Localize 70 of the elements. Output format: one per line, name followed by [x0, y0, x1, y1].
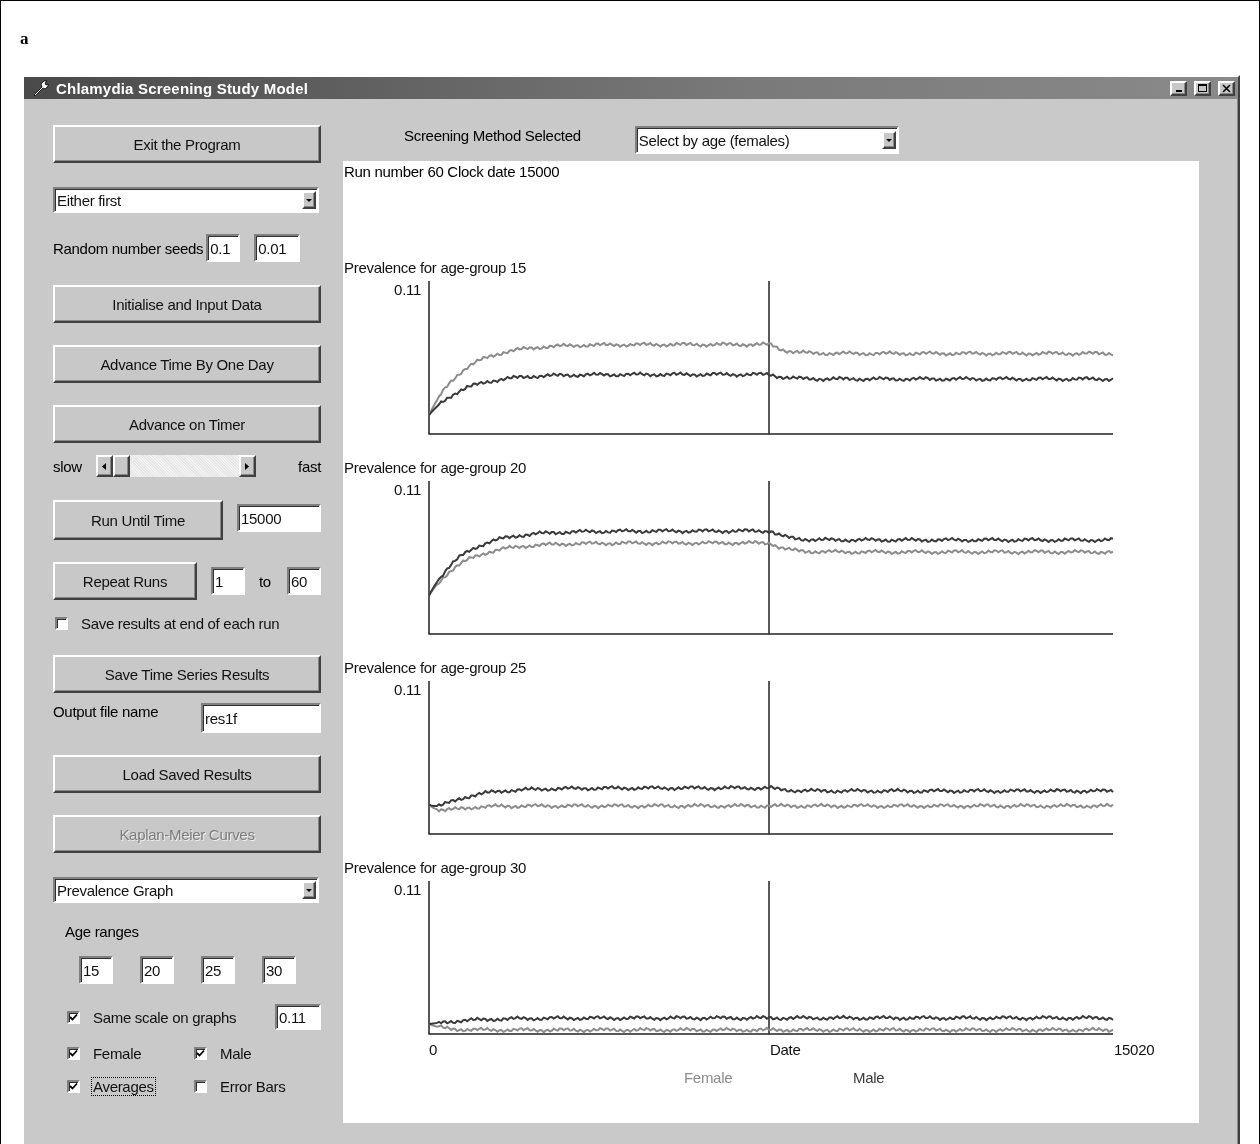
right-arrow-icon [245, 462, 250, 470]
minimize-icon [1175, 90, 1182, 92]
figure-label: a [20, 29, 30, 50]
tool-icon [32, 80, 50, 96]
axis-tick-label: 0.11 [394, 681, 421, 698]
input-field[interactable]: 25 [201, 956, 235, 984]
slider-label: slow [53, 457, 82, 475]
input-field[interactable]: 0.1 [206, 234, 241, 262]
dropdown-button[interactable] [302, 881, 316, 899]
maximize-icon [1198, 83, 1207, 93]
dropdown[interactable]: Prevalence Graph [53, 877, 319, 903]
button[interactable]: Load Saved Results [53, 755, 321, 793]
minimize-button[interactable] [1170, 80, 1187, 96]
field-label: Random number seeds [53, 239, 204, 257]
field-label: Output file name [53, 703, 159, 720]
graph-title: Prevalence for age-group 25 [344, 659, 528, 678]
input-field[interactable]: 15 [79, 956, 113, 984]
axis-tick-label: 0.11 [394, 281, 421, 298]
input-field[interactable]: res1f [201, 703, 321, 733]
checkbox[interactable] [67, 1080, 80, 1093]
axis-tick-label: 0.11 [394, 481, 421, 498]
button[interactable]: Advance Time By One Day [53, 345, 321, 383]
checkbox[interactable] [67, 1047, 80, 1060]
legend-label: Male [853, 1069, 885, 1086]
checkbox[interactable] [194, 1047, 207, 1060]
checkbox-label: Averages [91, 1077, 156, 1096]
axis-label: Date [770, 1041, 801, 1058]
button[interactable]: Repeat Runs [53, 562, 197, 600]
button[interactable]: Exit the Program [53, 125, 321, 163]
status-text: Run number 60 Clock date 15000 [344, 163, 561, 182]
input-field[interactable]: 1 [211, 567, 245, 595]
input-field[interactable]: 15000 [237, 504, 321, 532]
input-field[interactable]: 30 [262, 956, 296, 984]
input-field[interactable]: 0.01 [254, 234, 301, 262]
button[interactable]: Advance on Timer [53, 405, 321, 443]
axis-tick-label: 0 [429, 1041, 438, 1058]
checkbox-label: Same scale on graphs [92, 1007, 238, 1027]
field-label: Screening Method Selected [404, 127, 581, 144]
graph-title: Prevalence for age-group 30 [344, 859, 528, 878]
window-title: Chlamydia Screening Study Model [56, 79, 310, 97]
dropdown[interactable]: Select by age (females) [634, 126, 899, 154]
checkbox-label: Error Bars [219, 1077, 287, 1096]
dropdown-button[interactable] [881, 131, 896, 149]
graph-title: Prevalence for age-group 20 [344, 459, 528, 478]
input-field[interactable]: 20 [140, 956, 174, 984]
input-field[interactable]: 0.11 [275, 1004, 321, 1030]
checkbox[interactable] [67, 1010, 80, 1024]
axis-tick-label: 15020 [1114, 1041, 1155, 1058]
button[interactable]: Initialise and Input Data [53, 285, 321, 323]
axis-tick-label: 0.11 [394, 881, 421, 898]
field-label: to [259, 572, 271, 590]
section-label: Age ranges [65, 923, 140, 940]
dropdown-button[interactable] [302, 191, 316, 209]
graph-title: Prevalence for age-group 15 [344, 259, 528, 278]
checkbox[interactable] [55, 617, 68, 630]
checkbox-label: Female [92, 1044, 143, 1063]
checkbox[interactable] [194, 1080, 207, 1093]
scroll-left-button[interactable] [95, 455, 113, 477]
legend-label: Female [684, 1069, 733, 1086]
close-button[interactable] [1218, 80, 1235, 96]
button[interactable]: Save Time Series Results [53, 655, 321, 693]
left-arrow-icon [102, 462, 107, 470]
maximize-button[interactable] [1194, 80, 1211, 96]
slider-label: fast [298, 457, 321, 475]
checkbox-label: Save results at end of each run [80, 614, 281, 633]
dropdown[interactable]: Either first [53, 187, 319, 213]
close-icon [1222, 83, 1231, 93]
checkbox-label: Male [219, 1044, 253, 1063]
input-field[interactable]: 60 [287, 567, 321, 595]
button[interactable]: Run Until Time [53, 500, 223, 540]
